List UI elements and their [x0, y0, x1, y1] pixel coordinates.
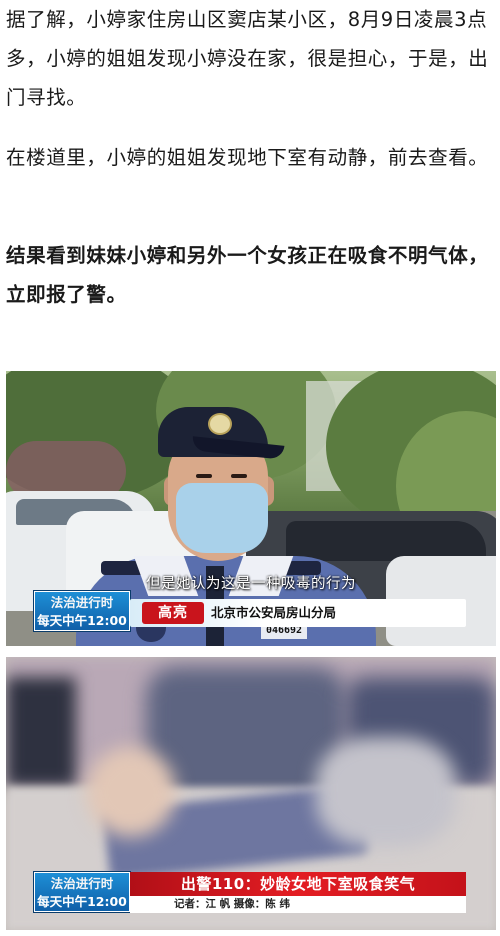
blurred-shape [6, 677, 76, 787]
video-subtitle: 但是她认为这是一种吸毒的行为 [146, 576, 356, 592]
video-still-blurred-scene: 法治进行时 每天中午12:00 出警110：妙龄女地下室吸食笑气 记者：江 帆 … [6, 657, 496, 930]
show-logo-title: 法治进行时 [50, 595, 114, 610]
video-still-officer-interview: 046692 但是她认为这是一种吸毒的行为 法治进行时 每天中午12:00 高亮… [6, 371, 496, 646]
reporter-credit: 记者：江 帆 摄像：陈 纬 [174, 898, 290, 910]
eye [196, 474, 212, 478]
face-mask [176, 483, 268, 553]
speaker-name: 高亮 [142, 602, 204, 624]
show-logo-time: 每天中午12:00 [37, 613, 127, 628]
show-logo-time: 每天中午12:00 [37, 894, 127, 909]
show-logo: 法治进行时 每天中午12:00 [34, 591, 130, 631]
article-paragraph-3-bold: 结果看到妹妹小婷和另外一个女孩正在吸食不明气体，立即报了警。 [6, 244, 489, 306]
speaker-organization: 北京市公安局房山分局 [211, 605, 337, 620]
news-headline: 出警110：妙龄女地下室吸食笑气 [180, 875, 416, 893]
car-window [286, 521, 486, 561]
blurred-hand [316, 737, 456, 847]
cap-badge-icon [208, 413, 232, 435]
article-paragraph-1: 据了解，小婷家住房山区窦店某小区，8月9日凌晨3点多，小婷的姐姐发现小婷没在家，… [6, 8, 489, 109]
blurred-hand [86, 747, 176, 837]
show-logo: 法治进行时 每天中午12:00 [34, 872, 130, 912]
eye [231, 474, 247, 478]
article-paragraph-2: 在楼道里，小婷的姐姐发现地下室有动静，前去查看。 [6, 146, 489, 169]
show-logo-title: 法治进行时 [50, 876, 114, 891]
